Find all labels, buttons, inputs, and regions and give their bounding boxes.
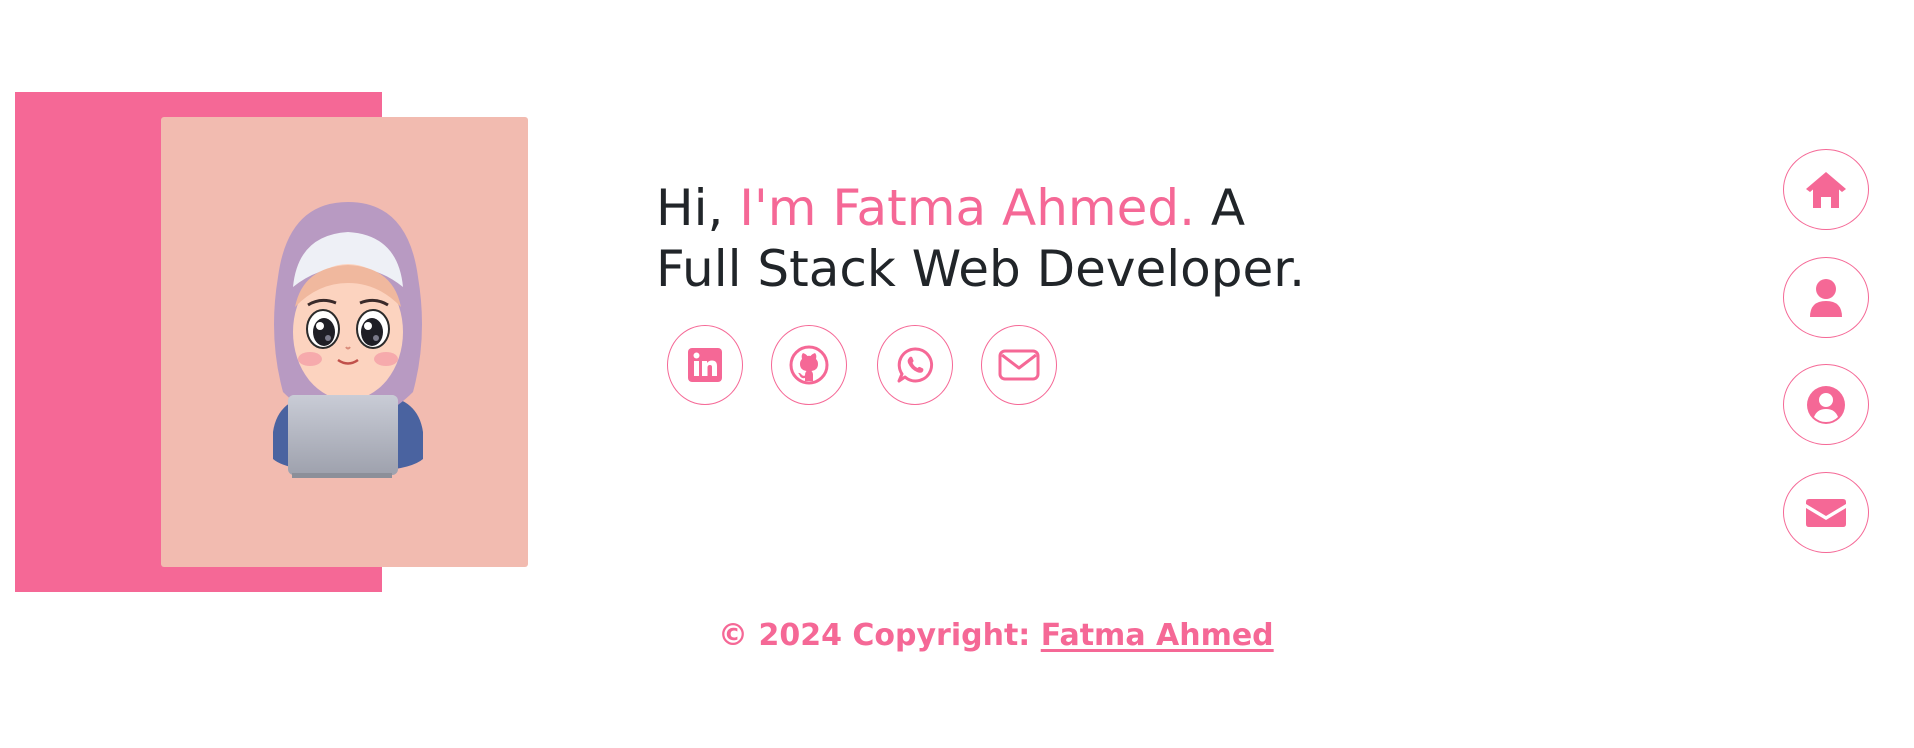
envelope-outline-icon bbox=[998, 349, 1040, 381]
hero-greeting: Hi, bbox=[656, 179, 740, 237]
avatar-card bbox=[161, 117, 528, 567]
portfolio-page: Hi, I'm Fatma Ahmed. A Full Stack Web Dev… bbox=[0, 0, 1914, 748]
whatsapp-icon bbox=[897, 347, 934, 383]
nav-profile-button[interactable] bbox=[1783, 364, 1869, 445]
linkedin-button[interactable] bbox=[667, 325, 743, 405]
hero-heading: Hi, I'm Fatma Ahmed. A Full Stack Web Dev… bbox=[656, 178, 1376, 300]
user-circle-icon bbox=[1807, 385, 1845, 424]
avatar-illustration bbox=[273, 202, 423, 478]
nav-contact-button[interactable] bbox=[1783, 472, 1869, 553]
whatsapp-button[interactable] bbox=[877, 325, 953, 405]
envelope-icon bbox=[1806, 498, 1846, 527]
hero-role: Full Stack Web Developer. bbox=[656, 240, 1306, 298]
hero-role-word: A bbox=[1195, 179, 1246, 237]
hero-name: I'm Fatma Ahmed. bbox=[739, 179, 1196, 237]
nav-about-button[interactable] bbox=[1783, 257, 1869, 338]
email-button[interactable] bbox=[981, 325, 1057, 405]
github-icon bbox=[789, 345, 829, 385]
hero-section: Hi, I'm Fatma Ahmed. A Full Stack Web Dev… bbox=[656, 178, 1376, 300]
nav-home-button[interactable] bbox=[1783, 149, 1869, 230]
author-link[interactable]: Fatma Ahmed bbox=[1041, 618, 1274, 653]
github-button[interactable] bbox=[771, 325, 847, 405]
copyright-text: © 2024 Copyright: bbox=[718, 618, 1041, 653]
linkedin-icon bbox=[688, 348, 722, 382]
user-icon bbox=[1810, 278, 1842, 317]
home-icon bbox=[1806, 171, 1846, 208]
footer-copyright: © 2024 Copyright: Fatma Ahmed bbox=[718, 618, 1274, 653]
